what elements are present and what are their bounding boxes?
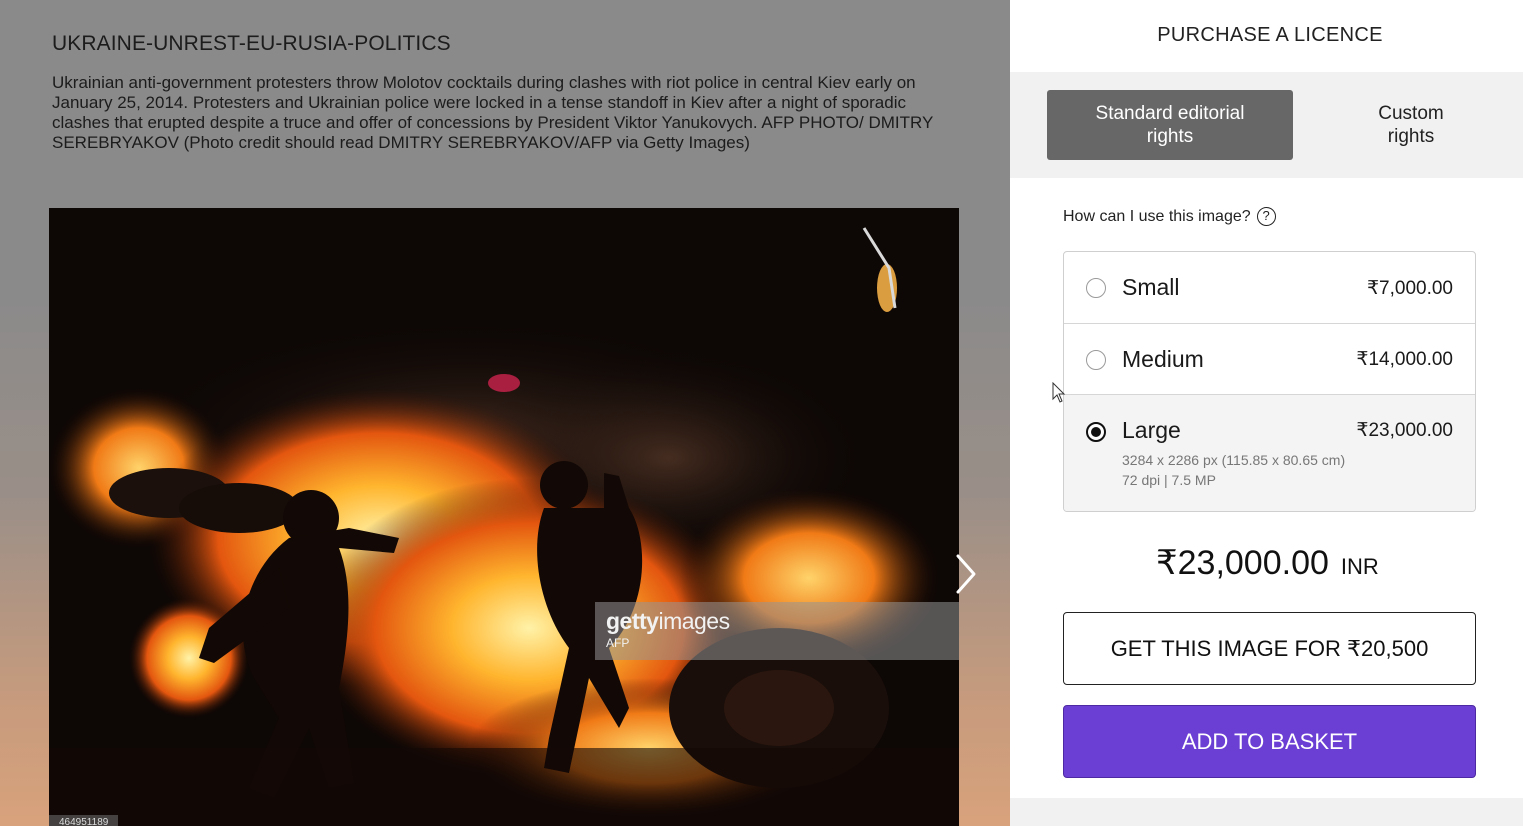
- size-price: ₹23,000.00: [1356, 420, 1453, 441]
- image-caption: Ukrainian anti-government protesters thr…: [52, 73, 934, 152]
- size-options: Small ₹7,000.00 Medium ₹14,000.00 Large …: [1063, 251, 1476, 512]
- add-to-basket-button[interactable]: ADD TO BASKET: [1063, 705, 1476, 778]
- editorial-photo[interactable]: gettyimages AFP 464951189: [49, 208, 959, 826]
- radio-medium[interactable]: [1086, 350, 1106, 370]
- image-detail-panel: UKRAINE-UNREST-EU-RUSIA-POLITICS Ukraini…: [0, 0, 1010, 826]
- next-image-button[interactable]: [950, 552, 980, 596]
- help-icon[interactable]: ?: [1256, 207, 1276, 226]
- size-option-large[interactable]: Large ₹23,000.00 3284 x 2286 px (115.85 …: [1064, 395, 1475, 511]
- photo-id: 464951189: [49, 815, 119, 826]
- size-name: Small: [1122, 274, 1180, 300]
- size-name: Medium: [1122, 346, 1204, 372]
- purchase-panel: PURCHASE A LICENCE Standard editorial ri…: [1010, 0, 1523, 826]
- get-this-image-button[interactable]: GET THIS IMAGE FOR ₹20,500: [1063, 612, 1476, 685]
- total-currency: INR: [1340, 554, 1379, 579]
- size-option-medium[interactable]: Medium ₹14,000.00: [1064, 324, 1475, 395]
- tab-standard-editorial-rights[interactable]: Standard editorial rights: [1047, 90, 1293, 160]
- chevron-right-icon: [956, 554, 976, 594]
- radio-small[interactable]: [1086, 278, 1106, 298]
- size-option-small[interactable]: Small ₹7,000.00: [1064, 252, 1475, 324]
- radio-selected-icon[interactable]: [1086, 422, 1106, 442]
- usage-question: How can I use this image? ?: [1063, 207, 1276, 226]
- size-resolution: 72 dpi | 7.5 MP: [1122, 472, 1216, 488]
- watermark-source: AFP: [606, 636, 630, 650]
- rights-tabs: Standard editorial rights Custom rights: [1010, 72, 1523, 178]
- photo-fire-scene: [49, 208, 959, 826]
- tab-custom-rights[interactable]: Custom rights: [1310, 90, 1512, 160]
- total-amount: ₹23,000.00: [1156, 544, 1329, 582]
- size-dimensions: 3284 x 2286 px (115.85 x 80.65 cm): [1122, 452, 1346, 468]
- size-price: ₹14,000.00: [1356, 349, 1453, 370]
- usage-question-text: How can I use this image?: [1063, 207, 1251, 225]
- mouse-cursor-icon: [1052, 382, 1066, 403]
- purchase-title: PURCHASE A LICENCE: [1157, 24, 1383, 46]
- image-title: UKRAINE-UNREST-EU-RUSIA-POLITICS: [52, 32, 451, 55]
- size-name: Large: [1122, 417, 1181, 443]
- getty-watermark: gettyimages AFP: [595, 602, 959, 660]
- size-price: ₹7,000.00: [1366, 278, 1453, 299]
- panel-footer: [1010, 798, 1523, 826]
- total-price: ₹23,000.00 INR: [1156, 543, 1379, 583]
- getty-logo: gettyimages: [606, 608, 730, 634]
